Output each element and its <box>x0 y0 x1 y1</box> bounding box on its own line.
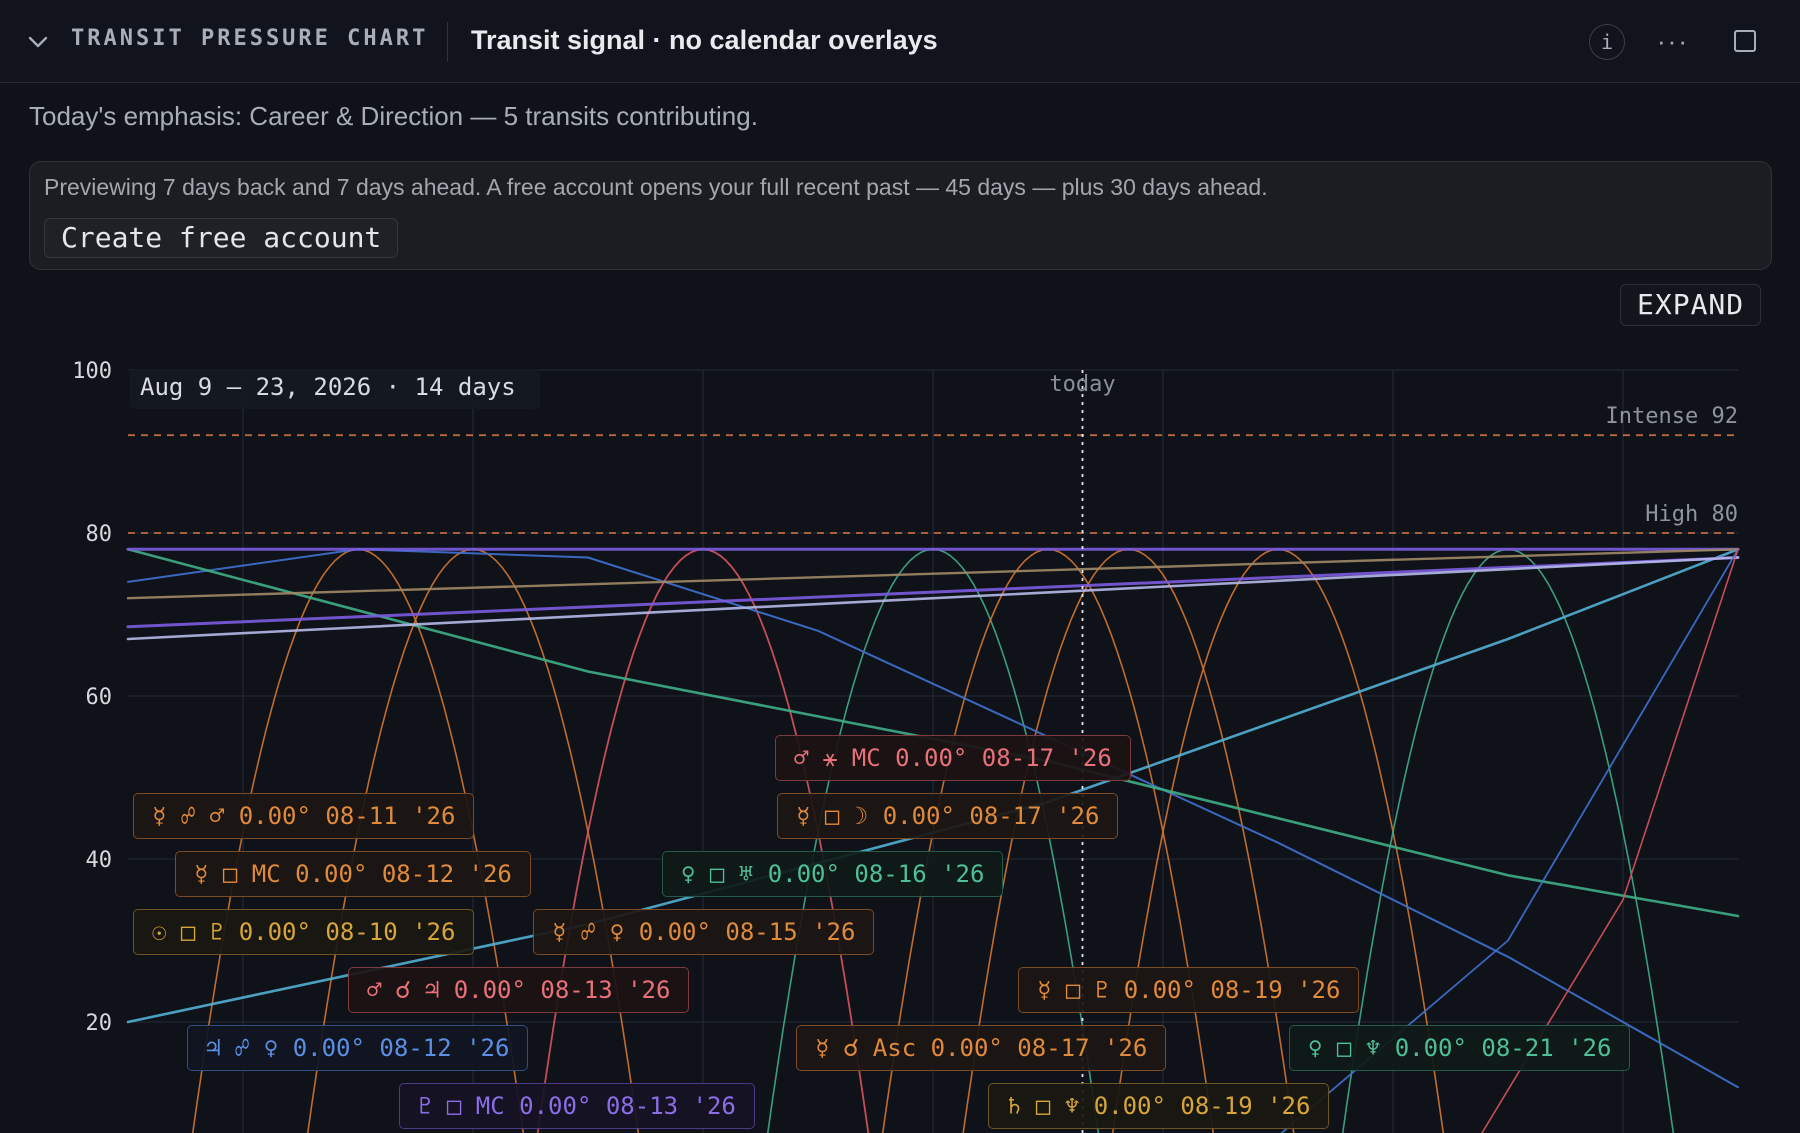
y-tick-label: 40 <box>86 848 113 873</box>
today-label: today <box>1049 372 1115 397</box>
transit-annotation[interactable]: ☿ ☍ ♀ 0.00° 08-15 '26 <box>533 909 875 955</box>
y-tick-label: 80 <box>86 522 113 547</box>
date-range-label: Aug 9 – 23, 2026 · 14 days <box>140 373 516 401</box>
emphasis-text: Today's emphasis: Career & Direction — 5… <box>29 101 758 131</box>
transit-annotation[interactable]: ♃ ☍ ♀ 0.00° 08-12 '26 <box>187 1025 529 1071</box>
transit-annotation[interactable]: ♄ □ ♆ 0.00° 08-19 '26 <box>988 1083 1330 1129</box>
preview-banner: Previewing 7 days back and 7 days ahead.… <box>29 161 1772 270</box>
expand-button[interactable]: EXPAND <box>1620 284 1762 326</box>
chart-subtitle: Transit signal · no calendar overlays <box>471 25 938 55</box>
app-title: TRANSIT PRESSURE CHART <box>71 26 429 51</box>
banner-text: Previewing 7 days back and 7 days ahead.… <box>44 174 1268 200</box>
panel-header: TRANSIT PRESSURE CHART Transit signal · … <box>0 0 1800 83</box>
y-tick-label: 60 <box>86 685 113 710</box>
create-account-button[interactable]: Create free account <box>44 218 399 258</box>
transit-annotation[interactable]: ☿ □ ☽ 0.00° 08-17 '26 <box>777 793 1119 839</box>
y-tick-label: 20 <box>86 1011 113 1036</box>
transit-annotation[interactable]: ♂ ⚹ MC 0.00° 08-17 '26 <box>775 735 1131 781</box>
y-tick-label: 100 <box>72 359 112 384</box>
transit-annotation[interactable]: ☿ □ MC 0.00° 08-12 '26 <box>175 851 531 897</box>
threshold-label: High 80 <box>1645 502 1738 527</box>
info-icon[interactable]: i <box>1589 24 1625 60</box>
transit-annotation[interactable]: ☿ □ ♇ 0.00° 08-19 '26 <box>1018 967 1360 1013</box>
transit-annotation[interactable]: ☿ ☍ ♂ 0.00° 08-11 '26 <box>133 793 475 839</box>
more-options-icon[interactable]: ··· <box>1654 22 1692 60</box>
transit-annotation[interactable]: ☿ ☌ Asc 0.00° 08-17 '26 <box>796 1025 1167 1071</box>
transit-annotation[interactable]: ☉ □ ♇ 0.00° 08-10 '26 <box>133 909 475 955</box>
transit-annotation[interactable]: ♀ □ ♆ 0.00° 08-21 '26 <box>1289 1025 1631 1071</box>
header-divider <box>447 22 448 62</box>
maximize-icon[interactable] <box>1726 22 1764 60</box>
transit-annotation[interactable]: ♂ ☌ ♃ 0.00° 08-13 '26 <box>348 967 690 1013</box>
chevron-down-icon[interactable] <box>26 30 50 54</box>
threshold-label: Intense 92 <box>1606 404 1738 429</box>
transit-annotation[interactable]: ♇ □ MC 0.00° 08-13 '26 <box>399 1083 755 1129</box>
transit-annotation[interactable]: ♀ □ ♅ 0.00° 08-16 '26 <box>662 851 1004 897</box>
